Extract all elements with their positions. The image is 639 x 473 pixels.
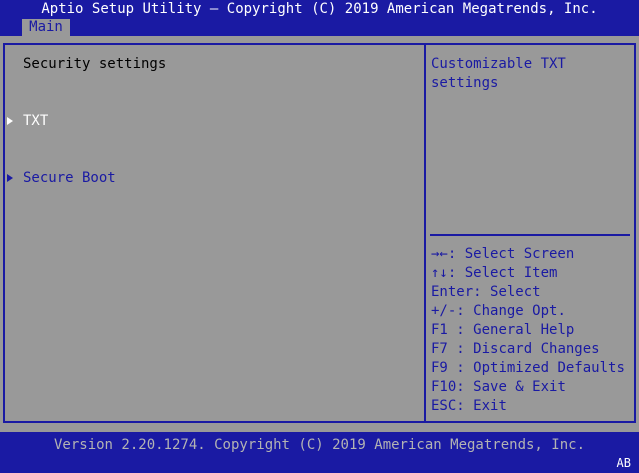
help-description-line: Customizable TXT bbox=[431, 56, 566, 72]
submenu-item-txt[interactable]: TXT bbox=[23, 112, 48, 131]
tab-main[interactable]: Main bbox=[22, 19, 70, 36]
key-hint-change-opt: +/-: Change Opt. bbox=[431, 303, 566, 319]
key-hint-key: F10 bbox=[431, 379, 457, 395]
key-hint-select-item: ↑↓: Select Item bbox=[431, 265, 558, 281]
key-hint-exit: ESC: Exit bbox=[431, 398, 507, 414]
key-hint-save-exit: F10: Save & Exit bbox=[431, 379, 566, 395]
key-hint-optimized-defaults: F9 : Optimized Defaults bbox=[431, 360, 625, 376]
key-hint-select-screen: →←: Select Screen bbox=[431, 246, 575, 262]
tab-bar: Main bbox=[0, 19, 639, 36]
key-hint-general-help: F1 : General Help bbox=[431, 322, 575, 338]
main-panel: Security settings TXT Secure Boot Custom… bbox=[0, 36, 639, 432]
submenu-arrow-icon bbox=[7, 174, 13, 182]
key-hint-key: →← bbox=[431, 246, 448, 262]
status-badge: AB bbox=[616, 456, 631, 470]
key-hint-key: ESC bbox=[431, 398, 457, 414]
key-hint-enter: Enter: Select bbox=[431, 284, 541, 300]
key-hint-key: ↑↓ bbox=[431, 265, 448, 281]
section-heading: Security settings bbox=[23, 56, 167, 72]
window-title: Aptio Setup Utility – Copyright (C) 2019… bbox=[41, 1, 598, 17]
submenu-item-secure-boot[interactable]: Secure Boot bbox=[23, 169, 116, 188]
key-hint-key: F1 bbox=[431, 322, 457, 338]
key-hint-discard-changes: F7 : Discard Changes bbox=[431, 341, 600, 357]
version-text: Version 2.20.1274. Copyright (C) 2019 Am… bbox=[53, 437, 585, 453]
footer: Version 2.20.1274. Copyright (C) 2019 Am… bbox=[0, 432, 639, 471]
settings-pane-border bbox=[3, 43, 426, 423]
help-description-line: settings bbox=[431, 75, 499, 91]
key-hint-key: +/- bbox=[431, 303, 457, 319]
submenu-arrow-icon bbox=[7, 117, 13, 125]
key-hint-key: F9 bbox=[431, 360, 457, 376]
help-separator bbox=[430, 234, 630, 236]
key-hint-key: F7 bbox=[431, 341, 457, 357]
key-hint-key: Enter bbox=[431, 284, 474, 300]
